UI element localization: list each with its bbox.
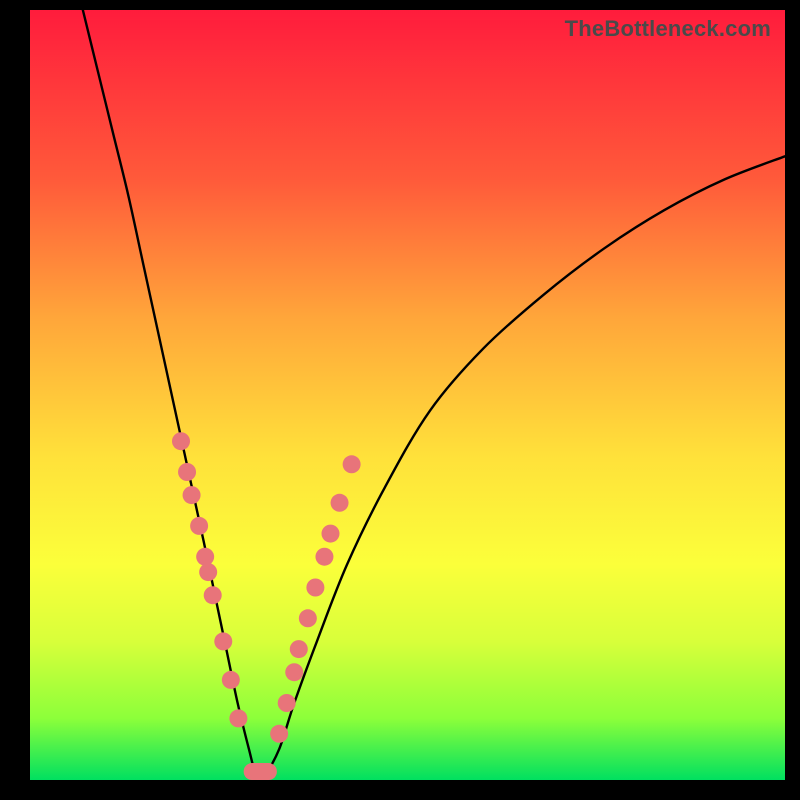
marker-dot bbox=[190, 517, 208, 535]
marker-dot bbox=[204, 586, 222, 604]
marker-dot bbox=[229, 709, 247, 727]
chart-svg bbox=[30, 10, 785, 780]
marker-dot bbox=[222, 671, 240, 689]
marker-group-bar bbox=[244, 763, 277, 780]
marker-dot bbox=[306, 579, 324, 597]
marker-dot bbox=[178, 463, 196, 481]
marker-dot bbox=[315, 548, 333, 566]
bottleneck-curve-path bbox=[83, 10, 785, 780]
marker-dot bbox=[299, 609, 317, 627]
marker-dot bbox=[290, 640, 308, 658]
marker-dot bbox=[331, 494, 349, 512]
marker-group-right bbox=[270, 455, 360, 743]
marker-dot bbox=[172, 432, 190, 450]
marker-bar bbox=[244, 763, 277, 780]
marker-dot bbox=[214, 632, 232, 650]
marker-dot bbox=[285, 663, 303, 681]
marker-dot bbox=[199, 563, 217, 581]
marker-dot bbox=[183, 486, 201, 504]
chart-stage: TheBottleneck.com bbox=[0, 0, 800, 800]
marker-group-left bbox=[172, 432, 247, 727]
marker-dot bbox=[196, 548, 214, 566]
marker-dot bbox=[321, 525, 339, 543]
marker-dot bbox=[270, 725, 288, 743]
marker-dot bbox=[343, 455, 361, 473]
chart-plot-area: TheBottleneck.com bbox=[30, 10, 785, 780]
marker-dot bbox=[278, 694, 296, 712]
